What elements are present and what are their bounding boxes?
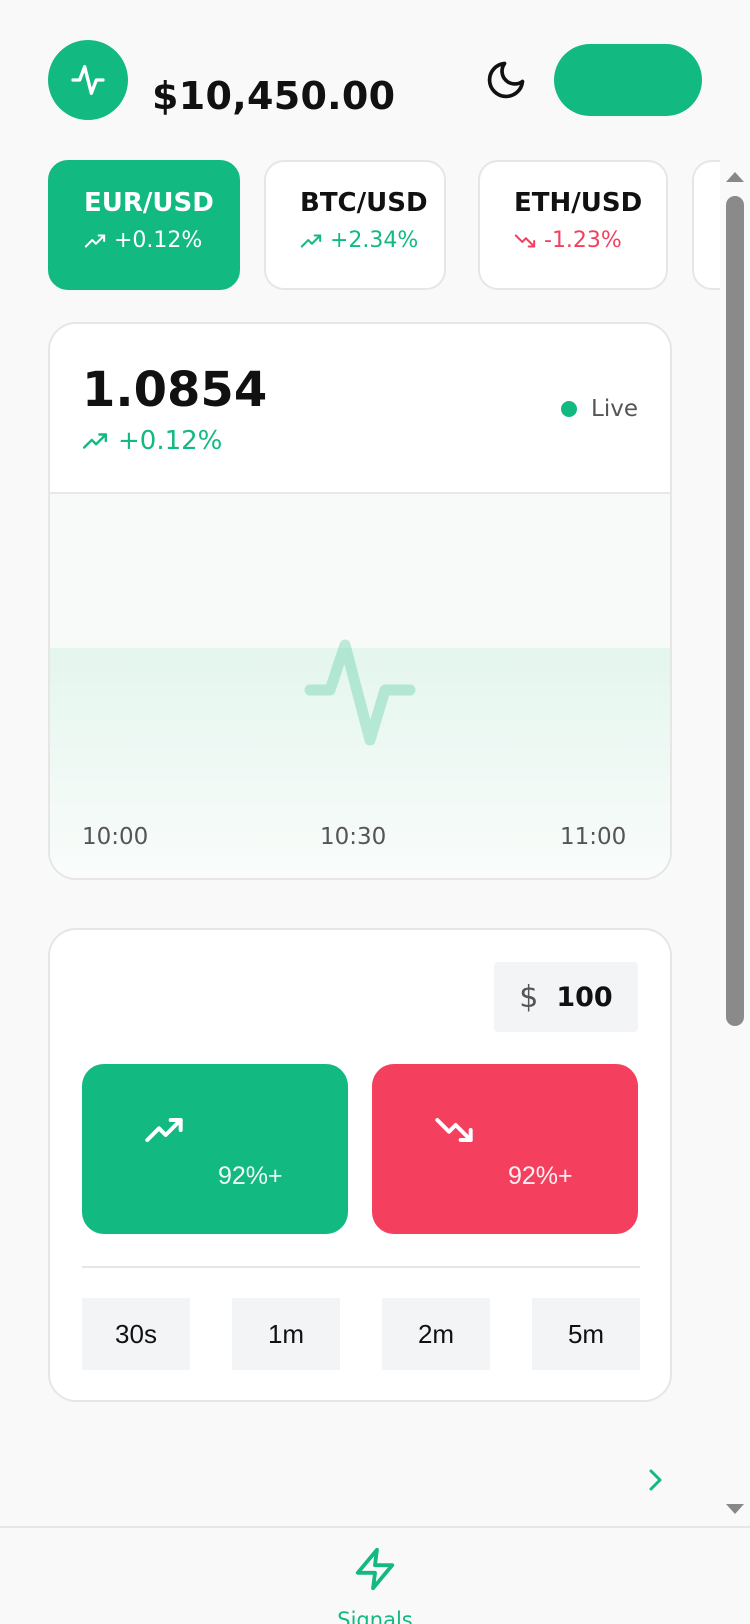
scrollbar-thumb[interactable] xyxy=(726,196,744,1026)
theme-toggle[interactable] xyxy=(484,58,528,102)
live-dot xyxy=(561,401,578,417)
nav-label-signals: Signals xyxy=(337,1608,413,1624)
account-button[interactable] xyxy=(554,44,702,116)
price-change: +0.12% xyxy=(82,426,222,456)
nav-item-signals[interactable]: Signals xyxy=(330,1542,420,1624)
scroll-down-arrow[interactable] xyxy=(726,1504,744,1514)
next-button[interactable] xyxy=(646,1466,666,1498)
app-logo[interactable] xyxy=(48,40,128,120)
pair-change: +0.12% xyxy=(114,228,203,253)
account-balance: $10,450.00 xyxy=(152,74,396,118)
trending-down-icon xyxy=(435,1118,473,1142)
price-change-value: +0.12% xyxy=(118,426,223,456)
trending-down-icon xyxy=(514,233,536,248)
time-tick: 10:30 xyxy=(320,824,387,850)
chart-area[interactable]: 10:00 10:30 11:00 xyxy=(50,492,670,878)
pair-name: ETH/USD xyxy=(514,188,643,218)
duration-1m[interactable]: 1m xyxy=(232,1298,340,1370)
buy-up-button[interactable]: 92%+ xyxy=(82,1064,348,1234)
down-payout: 92%+ xyxy=(508,1162,573,1190)
duration-2m[interactable]: 2m xyxy=(382,1298,490,1370)
divider xyxy=(82,1266,640,1268)
up-payout: 92%+ xyxy=(218,1162,283,1190)
pair-change: +2.34% xyxy=(330,228,419,253)
dollar-icon: $ xyxy=(519,979,539,1015)
pair-card-eth-usd[interactable]: ETH/USD -1.23% xyxy=(478,160,668,290)
sell-down-button[interactable]: 92%+ xyxy=(372,1064,638,1234)
bottom-nav: Signals xyxy=(0,1526,750,1624)
trending-up-icon xyxy=(82,433,108,449)
pair-change: -1.23% xyxy=(544,228,622,253)
pair-name: EUR/USD xyxy=(84,188,214,218)
live-label: Live xyxy=(591,396,638,422)
time-tick: 10:00 xyxy=(82,824,149,850)
pair-card-btc-usd[interactable]: BTC/USD +2.34% xyxy=(264,160,446,290)
duration-5m[interactable]: 5m xyxy=(532,1298,640,1370)
amount-value: 100 xyxy=(556,981,613,1013)
trending-up-icon xyxy=(145,1118,183,1142)
chevron-right-icon xyxy=(649,1469,662,1491)
current-price: 1.0854 xyxy=(82,362,268,418)
activity-pulse-icon xyxy=(304,639,416,746)
trade-panel: $ 100 92%+ 92%+ 30s 1m 2m 5m xyxy=(48,928,672,1402)
pair-card-more[interactable] xyxy=(692,160,720,290)
scroll-up-arrow[interactable] xyxy=(726,172,744,182)
duration-30s[interactable]: 30s xyxy=(82,1298,190,1370)
time-tick: 11:00 xyxy=(560,824,627,850)
trending-up-icon xyxy=(300,233,322,248)
pair-name: BTC/USD xyxy=(300,188,428,218)
moon-icon xyxy=(487,61,525,99)
lightning-icon xyxy=(355,1547,395,1591)
live-indicator: Live xyxy=(561,396,638,422)
trending-up-icon xyxy=(84,233,106,248)
amount-input[interactable]: $ 100 xyxy=(494,962,638,1032)
price-chart-card: 1.0854 +0.12% Live 10:00 10:30 11:00 xyxy=(48,322,672,880)
pair-selector: EUR/USD +0.12% BTC/USD +2.34% ETH/USD -1… xyxy=(48,160,720,290)
activity-pulse-icon xyxy=(71,65,105,96)
pair-card-eur-usd[interactable]: EUR/USD +0.12% xyxy=(48,160,240,290)
trading-app: $10,450.00 EUR/USD +0.12% BTC/USD +2.34% xyxy=(0,0,750,1624)
